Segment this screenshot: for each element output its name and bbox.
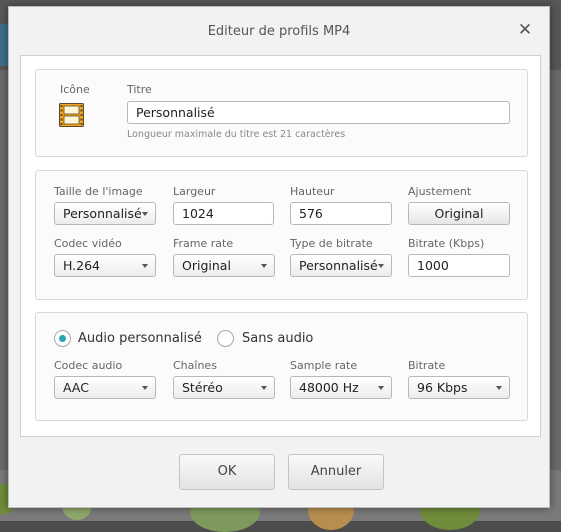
bitrate-type-select[interactable]: Personnalisé: [290, 254, 392, 277]
bitrate-type-value: Personnalisé: [299, 258, 378, 273]
samplerate-select[interactable]: 48000 Hz: [290, 376, 392, 399]
image-size-label: Taille de l'image: [54, 185, 143, 198]
no-audio-radio[interactable]: [217, 330, 234, 347]
icon-label: Icône: [60, 83, 90, 96]
chevron-down-icon: [261, 264, 267, 268]
ok-button[interactable]: OK: [179, 454, 275, 490]
dialog-header: Editeur de profils MP4 ✕: [9, 7, 549, 55]
title-input[interactable]: Personnalisé: [127, 101, 510, 124]
custom-audio-radio[interactable]: [54, 330, 71, 347]
audio-bitrate-label: Bitrate: [408, 359, 446, 372]
framerate-select[interactable]: Original: [173, 254, 275, 277]
height-label: Hauteur: [290, 185, 335, 198]
bitrate-type-label: Type de bitrate: [290, 237, 373, 250]
close-button[interactable]: ✕: [515, 20, 535, 40]
adjust-original-button[interactable]: Original: [408, 202, 510, 225]
audio-settings-group: Audio personnalisé Sans audio Codec audi…: [35, 312, 528, 421]
mp4-profile-editor-dialog: Editeur de profils MP4 ✕ Icône Titre Per…: [8, 6, 550, 508]
cancel-button[interactable]: Annuler: [288, 454, 384, 490]
channels-select[interactable]: Stéréo: [173, 376, 275, 399]
height-input[interactable]: 576: [290, 202, 392, 225]
audio-codec-label: Codec audio: [54, 359, 123, 372]
image-size-value: Personnalisé: [63, 206, 142, 221]
film-icon[interactable]: [59, 103, 84, 127]
video-bitrate-input[interactable]: 1000: [408, 254, 510, 277]
video-codec-select[interactable]: H.264: [54, 254, 156, 277]
dialog-title: Editeur de profils MP4: [207, 24, 351, 39]
chevron-down-icon: [142, 264, 148, 268]
framerate-value: Original: [182, 258, 231, 273]
chevron-down-icon: [378, 386, 384, 390]
dialog-body: Icône Titre Personnalisé Longueur maxima…: [20, 55, 541, 437]
samplerate-label: Sample rate: [290, 359, 358, 372]
samplerate-value: 48000 Hz: [299, 380, 359, 395]
audio-bitrate-value: 96 Kbps: [417, 380, 468, 395]
image-size-select[interactable]: Personnalisé: [54, 202, 156, 225]
video-bitrate-label: Bitrate (Kbps): [408, 237, 485, 250]
channels-value: Stéréo: [182, 380, 223, 395]
close-icon: ✕: [517, 20, 533, 40]
chevron-down-icon: [496, 386, 502, 390]
width-label: Largeur: [173, 185, 216, 198]
chevron-down-icon: [142, 386, 148, 390]
no-audio-label[interactable]: Sans audio: [242, 331, 313, 346]
chevron-down-icon: [378, 264, 384, 268]
adjust-label: Ajustement: [408, 185, 472, 198]
profile-group: Icône Titre Personnalisé Longueur maxima…: [35, 69, 528, 157]
audio-codec-select[interactable]: AAC: [54, 376, 156, 399]
chevron-down-icon: [261, 386, 267, 390]
title-hint: Longueur maximale du titre est 21 caract…: [127, 129, 346, 140]
framerate-label: Frame rate: [173, 237, 234, 250]
title-label: Titre: [127, 83, 152, 96]
width-input[interactable]: 1024: [173, 202, 274, 225]
channels-label: Chaînes: [173, 359, 217, 372]
video-codec-value: H.264: [63, 258, 101, 273]
audio-bitrate-select[interactable]: 96 Kbps: [408, 376, 510, 399]
video-codec-label: Codec vidéo: [54, 237, 122, 250]
audio-codec-value: AAC: [63, 380, 89, 395]
custom-audio-label[interactable]: Audio personnalisé: [78, 331, 202, 346]
video-settings-group: Taille de l'image Personnalisé Largeur 1…: [35, 170, 528, 300]
chevron-down-icon: [142, 212, 148, 216]
